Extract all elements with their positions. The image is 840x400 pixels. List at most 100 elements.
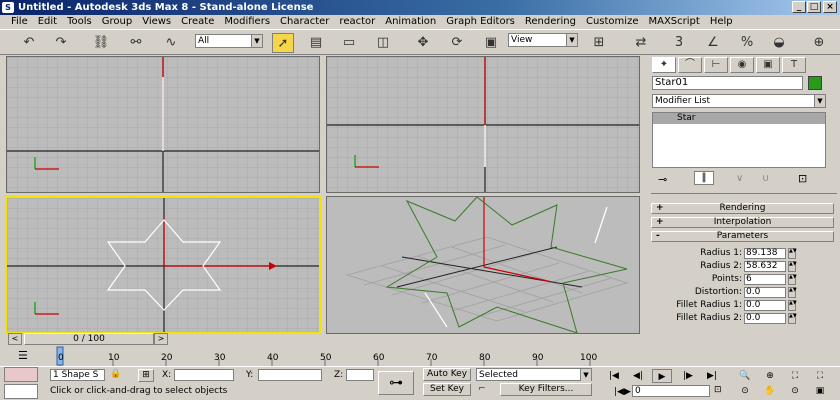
distortion-spinner[interactable]: ▲▼ xyxy=(788,287,797,298)
menu-views[interactable]: Views xyxy=(137,15,176,29)
previous-frame-icon[interactable]: ◀| xyxy=(628,369,648,383)
modify-tab-icon[interactable]: ⌒ xyxy=(678,57,702,73)
menu-modifiers[interactable]: Modifiers xyxy=(219,15,275,29)
menu-maxscript[interactable]: MAXScript xyxy=(643,15,704,29)
key-mode-toggle-icon[interactable]: |◀▶| xyxy=(614,387,634,397)
radius1-spinner[interactable]: ▲▼ xyxy=(788,248,797,259)
curve-editor-icon[interactable]: ☰ xyxy=(18,349,28,362)
rollout-interpolation[interactable]: + Interpolation xyxy=(651,217,834,228)
lock-selection-icon[interactable]: 🔒 xyxy=(110,369,121,379)
fillet-radius2-spinner[interactable]: ▲▼ xyxy=(788,313,797,324)
motion-tab-icon[interactable]: ◉ xyxy=(730,57,754,73)
select-by-name-icon[interactable]: ▤ xyxy=(305,33,327,53)
create-tab-icon[interactable]: ✦ xyxy=(652,57,676,73)
zoom-extents-icon[interactable]: ⛶ xyxy=(785,369,805,383)
time-next-button[interactable]: > xyxy=(154,333,168,345)
display-tab-icon[interactable]: ▣ xyxy=(756,57,780,73)
viewport-top[interactable] xyxy=(6,56,320,193)
fillet-radius1-spinner[interactable]: ▲▼ xyxy=(788,300,797,311)
menu-group[interactable]: Group xyxy=(97,15,137,29)
link-icon[interactable]: ⛓ xyxy=(90,33,112,53)
next-frame-icon[interactable]: |▶ xyxy=(678,369,698,383)
pin-stack-icon[interactable]: ⊸ xyxy=(658,173,667,186)
object-color-swatch[interactable] xyxy=(808,76,822,90)
move-icon[interactable]: ✥ xyxy=(412,33,434,53)
menu-tools[interactable]: Tools xyxy=(62,15,97,29)
zoom-extents-all-icon[interactable]: ⛶ xyxy=(810,369,830,383)
remove-modifier-icon[interactable]: ∪ xyxy=(762,173,769,184)
viewport-front[interactable] xyxy=(326,56,640,193)
auto-key-button[interactable]: Auto Key xyxy=(423,368,471,381)
menu-character[interactable]: Character xyxy=(275,15,334,29)
window-crossing-icon[interactable]: ◫ xyxy=(372,33,394,53)
close-button[interactable]: × xyxy=(823,1,837,13)
utilities-tab-icon[interactable]: T xyxy=(782,57,806,73)
redo-icon[interactable]: ↷ xyxy=(50,33,72,53)
go-to-start-icon[interactable]: |◀ xyxy=(604,369,624,383)
pan-icon[interactable]: ✋ xyxy=(760,384,780,398)
time-prev-button[interactable]: < xyxy=(8,333,22,345)
points-spinner[interactable]: ▲▼ xyxy=(788,274,797,285)
z-coordinate-field[interactable] xyxy=(346,369,374,381)
points-field[interactable]: 6 xyxy=(744,274,786,285)
fillet-radius1-field[interactable]: 0.0 xyxy=(744,300,786,311)
snap-toggle-icon[interactable]: 3 xyxy=(668,33,690,53)
configure-sets-icon[interactable]: ⊡ xyxy=(798,172,807,185)
angle-snap-icon[interactable]: ∠ xyxy=(702,33,724,53)
field-of-view-icon[interactable]: ⊙ xyxy=(735,384,755,398)
viewport-left-active[interactable] xyxy=(5,196,321,334)
unlink-icon[interactable]: ⚯ xyxy=(125,33,147,53)
reference-coordinate-dropdown[interactable]: View ▼ xyxy=(508,33,578,47)
spinner-snap-icon[interactable]: ◒ xyxy=(768,33,790,53)
maximize-button[interactable]: □ xyxy=(807,1,821,13)
scale-icon[interactable]: ▣ xyxy=(480,33,502,53)
radius2-field[interactable]: 58.632 xyxy=(744,261,786,272)
minimize-button[interactable]: _ xyxy=(792,1,806,13)
stack-item-star[interactable]: Star xyxy=(653,113,825,124)
rotate-icon[interactable]: ⟳ xyxy=(446,33,468,53)
set-key-button[interactable]: Set Key xyxy=(423,383,471,396)
show-end-result-icon[interactable]: ‖ xyxy=(694,171,714,185)
maximize-viewport-icon[interactable]: ▣ xyxy=(810,384,830,398)
x-coordinate-field[interactable] xyxy=(174,369,234,381)
menu-edit[interactable]: Edit xyxy=(33,15,62,29)
menu-animation[interactable]: Animation xyxy=(380,15,441,29)
rectangular-region-icon[interactable]: ▭ xyxy=(338,33,360,53)
undo-icon[interactable]: ↶ xyxy=(18,33,40,53)
play-icon[interactable]: ▶ xyxy=(652,369,672,383)
menu-reactor[interactable]: reactor xyxy=(334,15,380,29)
time-slider-thumb[interactable]: 0 / 100 xyxy=(24,333,154,345)
select-object-icon[interactable]: ➚ xyxy=(272,33,294,53)
zoom-all-icon[interactable]: ⊕ xyxy=(760,369,780,383)
menu-file[interactable]: File xyxy=(6,15,33,29)
percent-snap-icon[interactable]: % xyxy=(736,33,758,53)
menu-rendering[interactable]: Rendering xyxy=(520,15,581,29)
maxscript-listener-mini[interactable] xyxy=(4,367,38,382)
track-bar[interactable]: ☰ 0 10 20 30 40 50 60 70 80 90 100 xyxy=(0,345,645,367)
distortion-field[interactable]: 0.0 xyxy=(744,287,786,298)
selection-filter-dropdown[interactable]: All ▼ xyxy=(195,34,263,48)
current-frame-field[interactable]: 0 xyxy=(632,385,710,397)
absolute-mode-icon[interactable]: ⊞ xyxy=(138,369,154,382)
fillet-radius2-field[interactable]: 0.0 xyxy=(744,313,786,324)
time-slider[interactable]: < 0 / 100 > xyxy=(0,333,645,345)
key-filters-button[interactable]: Key Filters... xyxy=(500,383,592,396)
app-icon[interactable]: S xyxy=(2,2,14,13)
object-name-field[interactable]: Star01 xyxy=(652,76,803,90)
viewport-perspective[interactable] xyxy=(326,196,640,334)
pivot-center-icon[interactable]: ⊞ xyxy=(588,33,610,53)
radius1-field[interactable]: 89.138 xyxy=(744,248,786,259)
y-coordinate-field[interactable] xyxy=(258,369,322,381)
hierarchy-tab-icon[interactable]: ⊢ xyxy=(704,57,728,73)
key-icon[interactable]: ⊶ xyxy=(378,371,414,395)
go-to-end-icon[interactable]: ▶| xyxy=(702,369,722,383)
menu-graph-editors[interactable]: Graph Editors xyxy=(441,15,520,29)
menu-help[interactable]: Help xyxy=(705,15,738,29)
modifier-list-dropdown[interactable]: Modifier List ▼ xyxy=(652,94,826,108)
menu-customize[interactable]: Customize xyxy=(581,15,644,29)
time-config-icon[interactable]: ⊡ xyxy=(714,385,722,395)
select-manipulate-icon[interactable]: ⇄ xyxy=(630,33,652,53)
arc-rotate-icon[interactable]: ⊙ xyxy=(785,384,805,398)
menu-create[interactable]: Create xyxy=(176,15,219,29)
key-mode-dropdown[interactable]: Selected ▼ xyxy=(476,368,592,381)
